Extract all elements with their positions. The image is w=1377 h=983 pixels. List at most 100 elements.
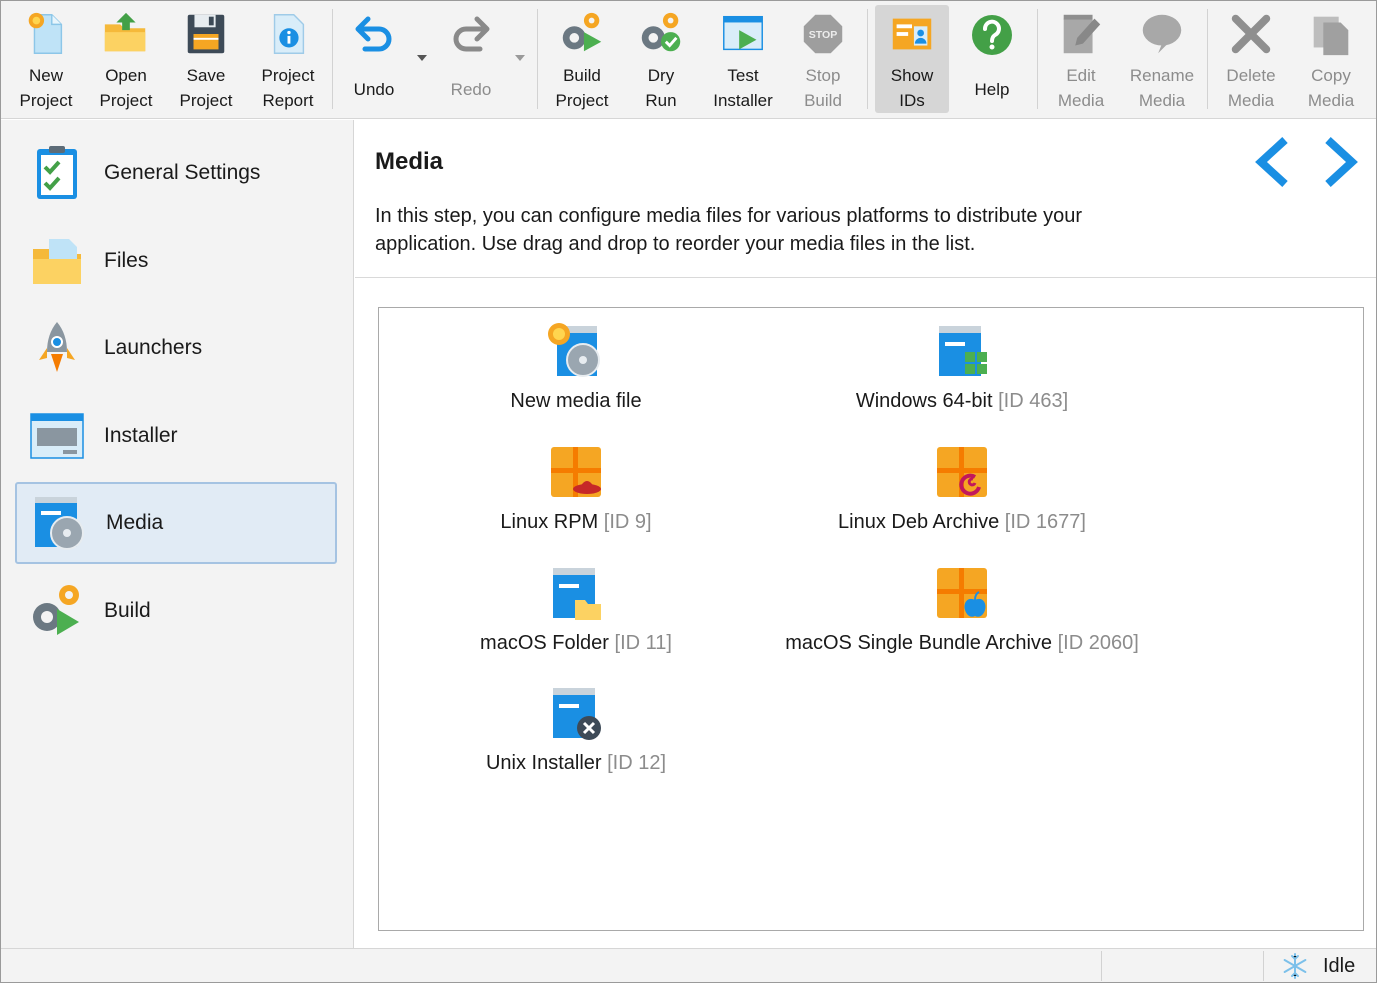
- redo-label: Redo: [450, 80, 492, 99]
- test-installer-button[interactable]: Test Installer: [703, 5, 783, 113]
- installer-window-icon: [30, 413, 84, 459]
- status-text: Idle: [1323, 954, 1356, 977]
- edit-media-label: Edit Media: [1057, 66, 1105, 110]
- stop-build-button[interactable]: STOP Stop Build: [789, 5, 857, 113]
- snowflake-icon: [1283, 953, 1307, 979]
- dry-run-label: Dry Run: [645, 66, 677, 110]
- status-bar: Idle: [1, 948, 1376, 982]
- sidebar-item-label: Launchers: [104, 336, 203, 359]
- toolbar-separator: [537, 9, 538, 109]
- main-panel: Media In this step, you can configure me…: [355, 120, 1376, 948]
- media-disc-icon: [35, 497, 84, 550]
- media-name: Unix Installer: [485, 752, 602, 774]
- macos-archive-package-icon: [937, 568, 987, 618]
- media-name: macOS Single Bundle Archive: [785, 632, 1053, 654]
- copy-pages-icon: [1313, 16, 1349, 56]
- rename-speech-icon: [1142, 14, 1182, 54]
- step-header: Media In this step, you can configure me…: [355, 120, 1376, 278]
- media-id: [ID 463]: [998, 390, 1069, 412]
- sidebar-item-media[interactable]: Media: [15, 482, 337, 564]
- delete-media-button[interactable]: Delete Media: [1215, 5, 1287, 113]
- delete-x-icon: [1231, 14, 1271, 54]
- copy-media-button[interactable]: Copy Media: [1295, 5, 1367, 113]
- page-title: Media: [375, 148, 444, 175]
- build-project-button[interactable]: Build Project: [545, 5, 619, 113]
- floppy-disk-icon: [187, 14, 225, 54]
- delete-media-label: Delete Media: [1226, 66, 1276, 110]
- show-ids-button[interactable]: Show IDs: [875, 5, 949, 113]
- media-id: [ID 1677]: [1004, 511, 1086, 533]
- new-project-label: New Project: [19, 66, 73, 110]
- help-question-icon: [972, 15, 1012, 55]
- test-installer-label: Test Installer: [713, 66, 773, 110]
- media-item-new[interactable]: New media file: [376, 320, 776, 430]
- open-project-button[interactable]: Open Project: [89, 5, 163, 113]
- show-ids-label: Show IDs: [890, 66, 934, 110]
- media-item-linux-rpm[interactable]: Linux RPM [ID 9]: [376, 441, 776, 551]
- help-button[interactable]: Help: [957, 5, 1027, 113]
- toolbar-separator: [867, 9, 868, 109]
- report-info-icon: [273, 14, 305, 54]
- save-project-button[interactable]: Save Project: [169, 5, 243, 113]
- media-item-label: New media file: [510, 390, 641, 413]
- sidebar-item-label: Media: [106, 511, 164, 534]
- media-item-label: Unix Installer [ID 12]: [486, 752, 666, 775]
- linux-deb-package-icon: [937, 447, 987, 497]
- sidebar-item-label: General Settings: [104, 161, 261, 184]
- help-label: Help: [974, 80, 1010, 99]
- build-project-label: Build Project: [555, 66, 609, 110]
- windows-media-icon: [939, 326, 987, 376]
- media-item-linux-deb-archive[interactable]: Linux Deb Archive [ID 1677]: [762, 441, 1162, 551]
- checklist-icon: [37, 146, 77, 199]
- sidebar-item-files[interactable]: Files: [15, 220, 337, 302]
- sidebar-item-label: Installer: [104, 424, 178, 447]
- stop-sign-icon: STOP: [803, 14, 843, 54]
- toolbar-separator: [332, 9, 333, 109]
- undo-arrow-icon: [355, 16, 392, 52]
- media-item-macos-folder[interactable]: macOS Folder [ID 11]: [376, 562, 776, 672]
- previous-step-arrow-icon[interactable]: [1249, 134, 1295, 190]
- next-step-arrow-icon[interactable]: [1318, 134, 1364, 190]
- media-item-label: Linux RPM [ID 9]: [500, 511, 651, 534]
- stop-build-label: Stop Build: [804, 66, 842, 110]
- toolbar-separator: [1207, 9, 1208, 109]
- undo-dropdown-arrow-icon[interactable]: [417, 55, 427, 61]
- sidebar-item-build[interactable]: Build: [15, 570, 337, 652]
- rename-media-label: Rename Media: [1129, 66, 1195, 110]
- media-id: [ID 11]: [614, 632, 672, 654]
- toolbar-separator: [1037, 9, 1038, 109]
- sidebar-item-general-settings[interactable]: General Settings: [15, 132, 337, 214]
- sidebar-item-installer[interactable]: Installer: [15, 395, 337, 477]
- sidebar-item-label: Files: [104, 249, 149, 272]
- status-separator: [1263, 951, 1264, 981]
- sidebar-item-launchers[interactable]: Launchers: [15, 307, 337, 389]
- media-name: Windows 64-bit: [855, 390, 993, 412]
- media-item-unix-installer[interactable]: Unix Installer [ID 12]: [376, 682, 776, 792]
- redo-button[interactable]: Redo: [435, 5, 507, 113]
- files-folder-icon: [33, 239, 81, 284]
- media-item-macos-single-bundle-archive[interactable]: macOS Single Bundle Archive [ID 2060]: [762, 562, 1162, 672]
- dry-run-button[interactable]: Dry Run: [625, 5, 697, 113]
- page-description: In this step, you can configure media fi…: [375, 205, 1083, 255]
- redo-dropdown-arrow-icon[interactable]: [515, 55, 525, 61]
- media-name: macOS Folder: [480, 632, 609, 654]
- wizard-sidebar: General Settings Files Launchers Install…: [1, 120, 354, 948]
- media-id: [ID 2060]: [1057, 632, 1139, 654]
- id-card-icon: [892, 18, 932, 50]
- redo-arrow-icon: [453, 16, 490, 52]
- edit-media-button[interactable]: Edit Media: [1045, 5, 1117, 113]
- sidebar-item-label: Build: [104, 599, 151, 622]
- open-folder-icon: [104, 12, 146, 52]
- linux-rpm-package-icon: [551, 447, 601, 497]
- media-item-label: macOS Folder [ID 11]: [480, 632, 672, 655]
- media-file-list[interactable]: New media file Windows 64-bit [ID 463] L…: [378, 307, 1364, 931]
- application-window: New Project Open Project Save Project Pr…: [0, 0, 1377, 983]
- new-project-button[interactable]: New Project: [9, 5, 83, 113]
- media-item-label: Linux Deb Archive [ID 1677]: [838, 511, 1086, 534]
- project-report-button[interactable]: Project Report: [249, 5, 327, 113]
- rename-media-button[interactable]: Rename Media: [1123, 5, 1201, 113]
- new-media-icon: [548, 323, 600, 377]
- rocket-icon: [39, 322, 75, 372]
- undo-button[interactable]: Undo: [341, 5, 407, 113]
- media-item-windows-64-bit[interactable]: Windows 64-bit [ID 463]: [762, 320, 1162, 430]
